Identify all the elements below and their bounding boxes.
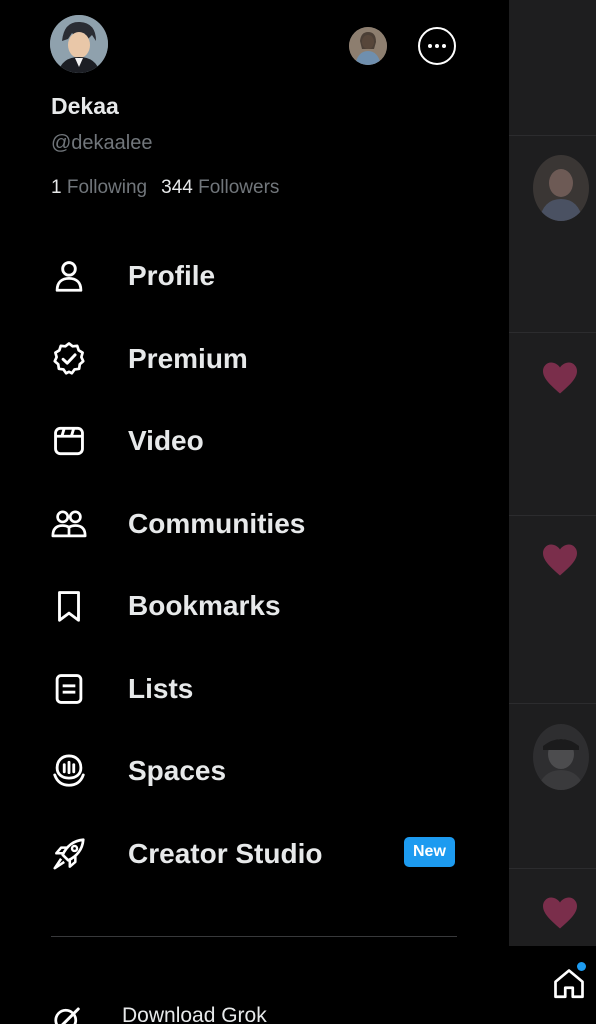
verified-badge-icon <box>50 340 88 378</box>
grok-label: Download Grok <box>122 1004 267 1024</box>
menu-item-bookmarks[interactable]: Bookmarks <box>50 576 470 636</box>
menu-item-spaces[interactable]: Spaces <box>50 741 470 801</box>
navigation-drawer: Dekaa @dekaalee 1 Following 344 Followers… <box>0 0 509 1024</box>
bookmark-icon <box>50 587 88 625</box>
menu-label: Premium <box>128 343 248 374</box>
dot <box>435 44 439 48</box>
menu-item-creator-studio[interactable]: Creator Studio New <box>50 824 470 884</box>
feed-divider <box>509 703 596 704</box>
screen: Dekaa @dekaalee 1 Following 344 Followers… <box>0 0 596 1024</box>
dot <box>442 44 446 48</box>
new-badge: New <box>404 837 455 867</box>
home-icon[interactable] <box>551 966 587 1002</box>
profile-avatar[interactable] <box>50 15 108 73</box>
following-label: Following <box>66 177 148 198</box>
menu-item-profile[interactable]: Profile <box>50 246 470 306</box>
followers-label: Followers <box>198 177 280 198</box>
menu-label: Creator Studio <box>128 838 323 869</box>
menu-item-lists[interactable]: Lists <box>50 659 470 719</box>
menu-label: Bookmarks <box>128 590 281 621</box>
feed-divider <box>509 515 596 516</box>
followers-count: 344 <box>161 177 193 198</box>
rocket-icon <box>50 835 88 873</box>
video-clapper-icon <box>50 422 88 460</box>
feed-divider <box>509 332 596 333</box>
spaces-mic-icon <box>50 752 88 790</box>
download-grok-link[interactable]: Download Grok <box>52 996 472 1024</box>
menu-label: Profile <box>128 260 216 291</box>
communities-icon <box>50 505 88 543</box>
display-name: Dekaa <box>51 93 119 119</box>
menu-item-video[interactable]: Video <box>50 411 470 471</box>
heart-icon <box>543 897 577 929</box>
feed-avatar <box>533 724 589 790</box>
following-count: 1 <box>51 177 62 198</box>
divider <box>51 936 457 937</box>
grok-icon <box>54 1007 80 1024</box>
menu-label: Spaces <box>128 755 227 786</box>
menu-label: Communities <box>128 508 306 539</box>
person-icon <box>50 257 88 295</box>
more-options-button[interactable] <box>418 27 456 65</box>
menu-item-premium[interactable]: Premium <box>50 329 470 389</box>
feed-divider <box>509 135 596 136</box>
background-feed-overlay[interactable] <box>509 0 596 946</box>
feed-avatar <box>533 155 589 221</box>
menu-label: Video <box>128 425 204 456</box>
menu-item-communities[interactable]: Communities <box>50 494 470 554</box>
feed-divider <box>509 868 596 869</box>
followers-link[interactable]: 344 Followers <box>161 177 279 198</box>
list-icon <box>50 670 88 708</box>
menu-label: Lists <box>128 673 194 704</box>
heart-icon <box>543 544 577 576</box>
switch-account-avatar[interactable] <box>349 27 387 65</box>
user-handle: @dekaalee <box>51 132 153 154</box>
follow-stats: 1 Following 344 Followers <box>51 177 279 199</box>
dot <box>428 44 432 48</box>
following-link[interactable]: 1 Following <box>51 177 147 198</box>
notification-dot <box>577 962 586 971</box>
heart-icon <box>543 362 577 394</box>
